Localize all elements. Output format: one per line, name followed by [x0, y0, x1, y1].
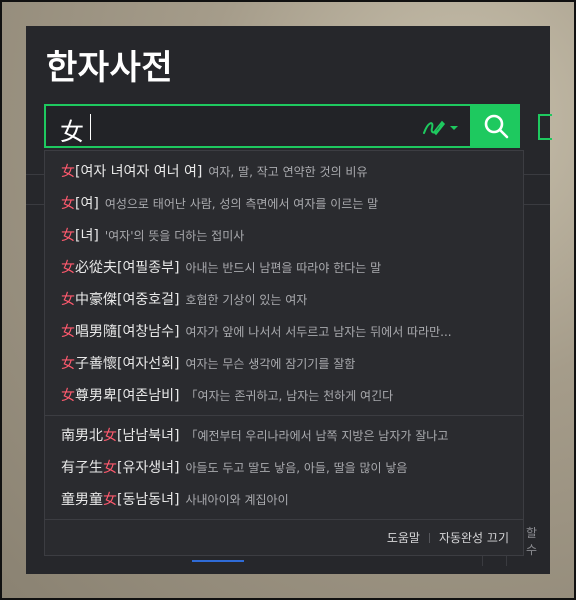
suggestion-term-prefix: 有子生 [61, 460, 103, 476]
suggestion-description: 아내는 반드시 남편을 따라야 한다는 말 [185, 260, 382, 275]
suggestion-description: '여자'의 뜻을 더하는 접미사 [104, 228, 245, 243]
autocomplete-off-link[interactable]: 자동완성 끄기 [439, 529, 509, 546]
suggestion-term-suffix: [녀] [75, 228, 99, 244]
search-button[interactable] [472, 104, 520, 148]
suggestion-description: 사내아이와 계집아이 [185, 492, 289, 507]
suggestion-description: 「예전부터 우리나라에서 남쪽 지방은 남자가 잘나고 [185, 428, 449, 443]
suggestion-term: 有子生女[유자생녀] [61, 457, 179, 477]
suggestion-description: 여자가 앞에 나서서 서두르고 남자는 뒤에서 따라만... [185, 324, 452, 339]
suggestion-description: 아들도 두고 딸도 낳음, 아들, 딸을 많이 낳음 [185, 460, 408, 475]
suggestion-term: 女中豪傑[여중호걸] [61, 289, 179, 309]
search-input-value: 女 [60, 118, 84, 146]
next-control-edge [538, 114, 552, 140]
search-icon [484, 114, 509, 139]
autocomplete-dropdown: 도움말 자동완성 끄기 女[여자 녀여자 여너 여] 여자, 딸, 작고 연약한 … [44, 150, 524, 556]
suggestion-term-match: 女 [61, 228, 75, 244]
suggestion-term-match: 女 [61, 196, 75, 212]
suggestion-term: 女尊男卑[여존남비] [61, 385, 179, 405]
suggestion-term-match: 女 [61, 388, 75, 404]
text-caret [90, 114, 91, 140]
suggestion-term-suffix: [여] [75, 196, 99, 212]
suggestion-item[interactable]: 女尊男卑[여존남비] 「여자는 존귀하고, 남자는 천하게 여긴다 [45, 379, 523, 411]
suggestion-term-suffix: 中豪傑[여중호걸] [75, 292, 180, 308]
suggestion-term-prefix: 南男北 [61, 428, 103, 444]
suggestion-term: 女子善懷[여자선회] [61, 353, 179, 373]
suggestion-description: 여성으로 태어난 사람, 성의 측면에서 여자를 이르는 말 [104, 196, 379, 211]
suggestion-description: 여자는 무슨 생각에 잠기기를 잘함 [185, 356, 356, 371]
suggestion-term-match: 女 [61, 164, 75, 180]
suggestion-term-suffix: [남남북녀] [117, 428, 180, 444]
suggestion-term-match: 女 [61, 260, 75, 276]
suggestion-item[interactable]: 南男北女[남남북녀] 「예전부터 우리나라에서 남쪽 지방은 남자가 잘나고 [45, 419, 523, 451]
suggestion-item[interactable]: 女中豪傑[여중호걸] 호협한 기상이 있는 여자 [45, 283, 523, 315]
page-title: 한자사전 [46, 48, 174, 88]
suggestion-term-match: 女 [103, 428, 117, 444]
suggestion-item[interactable]: 女[여] 여성으로 태어난 사람, 성의 측면에서 여자를 이르는 말 [45, 187, 523, 219]
suggestion-description: 호협한 기상이 있는 여자 [185, 292, 308, 307]
suggestion-term-suffix: [동남동녀] [117, 492, 180, 508]
suggestion-term-suffix: 子善懷[여자선회] [75, 356, 180, 372]
suggestion-term-match: 女 [61, 292, 75, 308]
suggestion-term: 女[여자 녀여자 여너 여] [61, 161, 202, 181]
suggestion-item[interactable]: 女[여자 녀여자 여너 여] 여자, 딸, 작고 연약한 것의 비유 [45, 155, 523, 187]
suggestion-item[interactable]: 有子生女[유자생녀] 아들도 두고 딸도 낳음, 아들, 딸을 많이 낳음 [45, 451, 523, 483]
background-cut-text: 할 수 [526, 526, 538, 557]
suggestion-term: 女[녀] [61, 225, 99, 245]
suggestion-term: 女必從夫[여필종부] [61, 257, 179, 277]
suggestion-item[interactable]: 女子善懷[여자선회] 여자는 무슨 생각에 잠기기를 잘함 [45, 347, 523, 379]
suggestion-term-prefix: 童男童 [61, 492, 103, 508]
footer-divider [45, 519, 523, 520]
suggestion-term: 女[여] [61, 193, 99, 213]
chevron-down-icon [450, 126, 458, 130]
help-link[interactable]: 도움말 [387, 529, 420, 546]
background-link-underline [192, 560, 244, 562]
suggestion-term: 南男北女[남남북녀] [61, 425, 179, 445]
suggestion-term-match: 女 [103, 460, 117, 476]
suggestion-term: 童男童女[동남동녀] [61, 489, 179, 509]
suggestion-term-suffix: [여자 녀여자 여너 여] [75, 164, 203, 180]
suggestion-term-match: 女 [103, 492, 117, 508]
handwriting-input-button[interactable] [420, 116, 460, 138]
suggestion-term-suffix: 必從夫[여필종부] [75, 260, 180, 276]
suggestion-term: 女唱男隨[여창남수] [61, 321, 179, 341]
search-input[interactable]: 女 [44, 104, 472, 148]
suggestion-term-suffix: 尊男卑[여존남비] [75, 388, 180, 404]
suggestion-item[interactable]: 女唱男隨[여창남수] 여자가 앞에 나서서 서두르고 남자는 뒤에서 따라만... [45, 315, 523, 347]
footer-separator [428, 532, 430, 543]
suggestion-term-match: 女 [61, 356, 75, 372]
group-divider [45, 415, 523, 416]
handwriting-icon [423, 120, 458, 136]
suggestion-term-suffix: 唱男隨[여창남수] [75, 324, 180, 340]
suggestion-item[interactable]: 女[녀] '여자'의 뜻을 더하는 접미사 [45, 219, 523, 251]
suggestion-description: 「여자는 존귀하고, 남자는 천하게 여긴다 [185, 388, 394, 403]
suggestion-item[interactable]: 女必從夫[여필종부] 아내는 반드시 남편을 따라야 한다는 말 [45, 251, 523, 283]
suggestion-item[interactable]: 童男童女[동남동녀] 사내아이와 계집아이 [45, 483, 523, 515]
suggestion-term-match: 女 [61, 324, 75, 340]
suggestion-description: 여자, 딸, 작고 연약한 것의 비유 [208, 164, 368, 179]
suggestion-term-suffix: [유자생녀] [117, 460, 180, 476]
dropdown-footer: 도움말 자동완성 끄기 [387, 529, 509, 546]
